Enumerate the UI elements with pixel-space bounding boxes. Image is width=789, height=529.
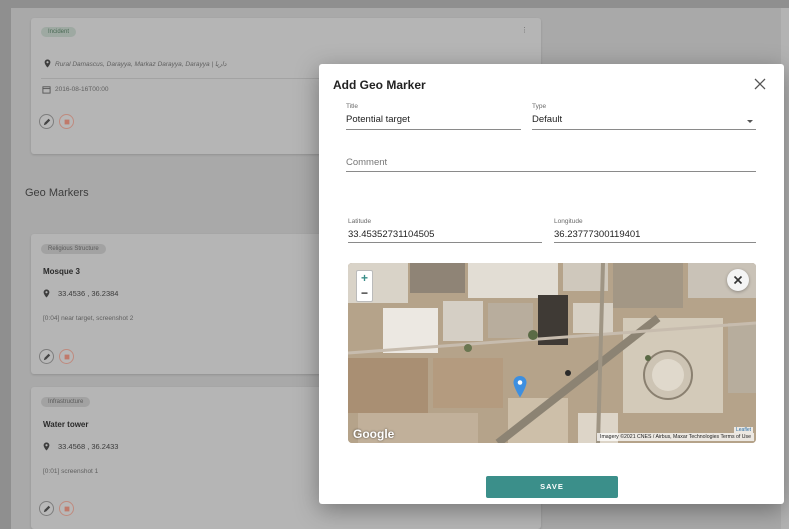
zoom-control: + −: [356, 270, 373, 302]
comment-underline: [346, 171, 756, 172]
latitude-underline: [348, 242, 542, 243]
marker-note: [0:01] screenshot 1: [43, 468, 99, 475]
marker-name: Mosque 3: [43, 267, 80, 276]
comment-input[interactable]: Comment: [346, 157, 387, 168]
title-field-label: Title: [346, 103, 359, 110]
delete-button[interactable]: [59, 349, 74, 364]
type-field-label: Type: [532, 103, 547, 110]
map-attribution[interactable]: Imagery ©2021 CNES / Airbus, Maxar Techn…: [597, 433, 754, 441]
incident-tag: Incident: [41, 27, 77, 37]
longitude-input[interactable]: 36.23777300119401: [554, 229, 640, 240]
location-pin-icon: [43, 442, 50, 451]
dialog-title: Add Geo Marker: [333, 78, 426, 92]
incident-location: Rural Damascus, Darayya, Markaz Darayya,…: [55, 61, 227, 68]
dropdown-arrow-icon[interactable]: [747, 120, 753, 123]
delete-icon: [64, 119, 69, 124]
edit-button[interactable]: [39, 349, 54, 364]
google-logo: Google: [353, 427, 395, 441]
delete-button[interactable]: [59, 501, 74, 516]
zoom-out-button[interactable]: −: [357, 286, 372, 301]
marker-tag: Religious Structure: [41, 244, 106, 254]
save-button[interactable]: SAVE: [486, 476, 618, 498]
close-icon[interactable]: [754, 78, 766, 90]
delete-icon: [64, 506, 69, 511]
add-geo-marker-dialog: Add Geo Marker Title Potential target Ty…: [319, 64, 784, 504]
location-pin-icon: [43, 289, 50, 298]
title-input[interactable]: Potential target: [346, 114, 410, 125]
latitude-label: Latitude: [348, 218, 372, 225]
marker-coordinates: 33.4536 , 36.2384: [58, 289, 119, 298]
type-underline: [532, 129, 756, 130]
calendar-icon: [42, 86, 51, 94]
longitude-label: Longitude: [554, 218, 583, 225]
delete-icon: [64, 354, 69, 359]
map-marker-icon[interactable]: [513, 376, 527, 398]
map-clear-button[interactable]: [727, 269, 749, 291]
marker-name: Water tower: [43, 420, 89, 429]
incident-date: 2016-08-16T00:00: [55, 86, 109, 93]
latitude-input[interactable]: 33.45352731104505: [348, 229, 434, 240]
pencil-icon: [43, 505, 50, 512]
more-icon[interactable]: ⋮: [521, 26, 528, 34]
pencil-icon: [43, 353, 50, 360]
edit-button[interactable]: [39, 501, 54, 516]
marker-coordinates: 33.4568 , 36.2433: [58, 442, 119, 451]
zoom-in-button[interactable]: +: [357, 271, 372, 286]
close-icon: [733, 275, 743, 285]
longitude-underline: [554, 242, 756, 243]
marker-note: [0:04] near target, screenshot 2: [43, 315, 134, 322]
edit-button[interactable]: [39, 114, 54, 129]
geo-markers-heading: Geo Markers: [25, 187, 89, 199]
marker-tag: Infrastructure: [41, 397, 91, 407]
title-underline: [346, 129, 521, 130]
pencil-icon: [43, 118, 50, 125]
location-pin-icon: [44, 59, 51, 68]
satellite-map[interactable]: + − Google Leaflet Imagery ©2021 CNES / …: [348, 263, 756, 443]
delete-button[interactable]: [59, 114, 74, 129]
type-select[interactable]: Default: [532, 114, 562, 125]
satellite-imagery: [348, 263, 756, 443]
